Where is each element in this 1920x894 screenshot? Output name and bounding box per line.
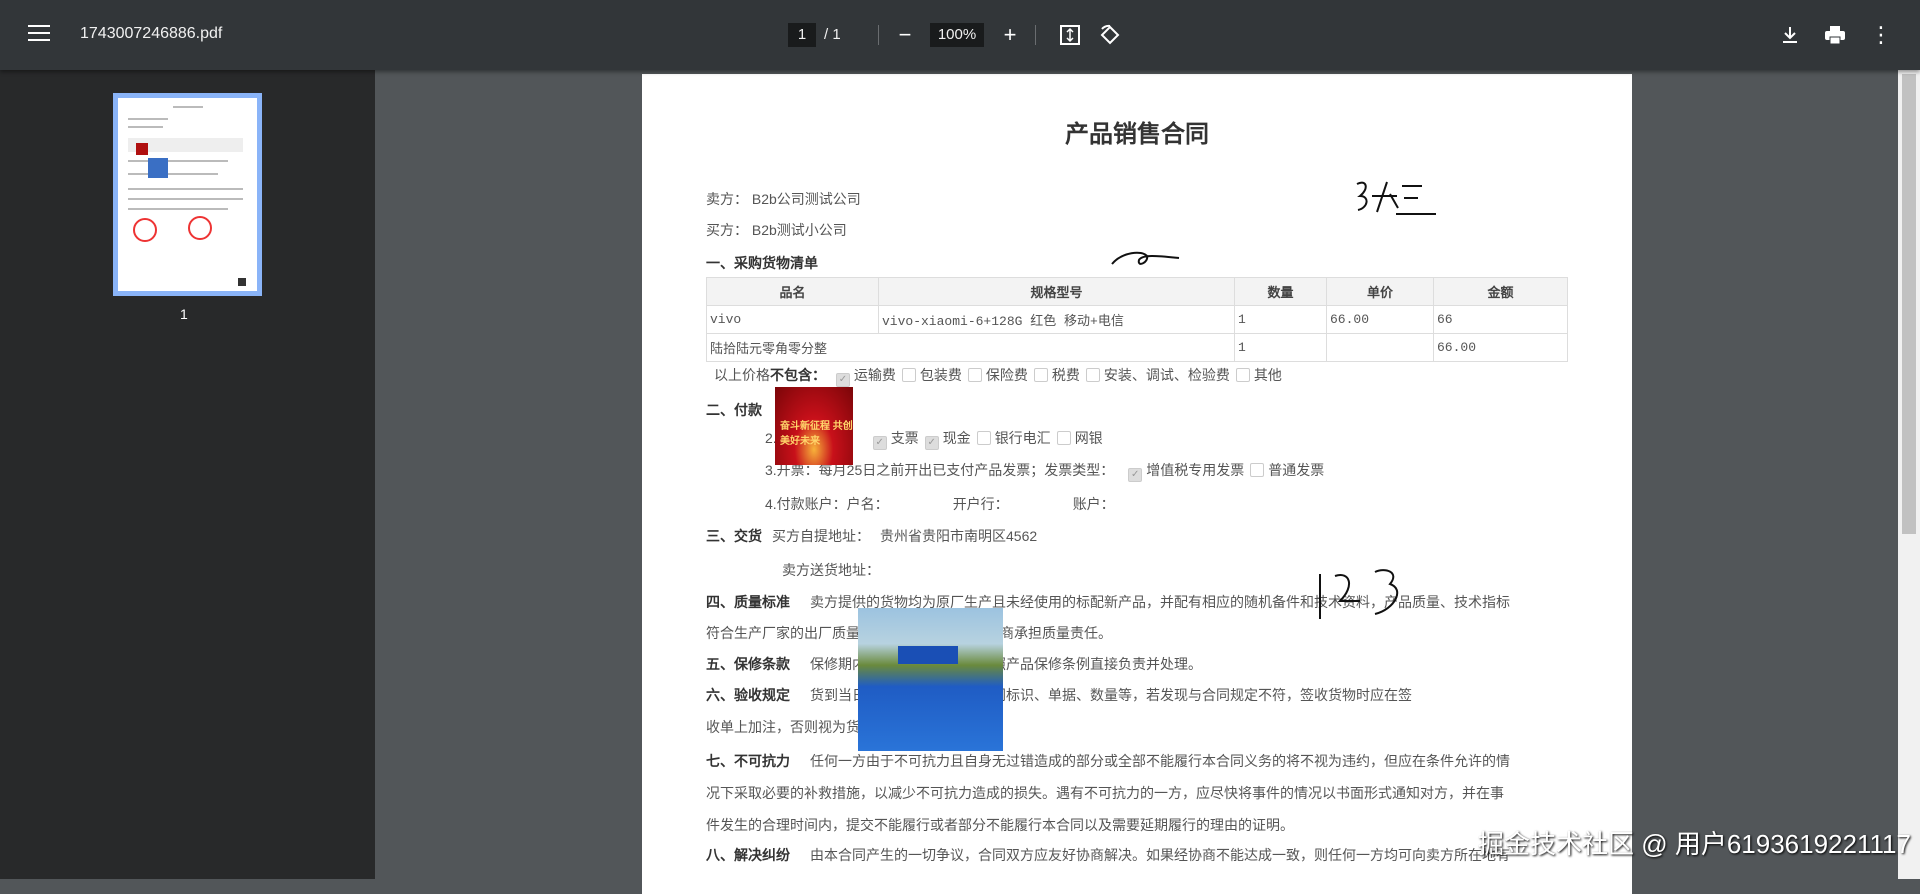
col-header: 单价: [1326, 277, 1434, 306]
section-3-heading: 三、交货: [706, 528, 762, 544]
file-name: 1743007246886.pdf: [80, 25, 223, 42]
exclusion-label: 以上价格: [714, 367, 770, 383]
checkbox[interactable]: [1056, 431, 1071, 445]
exclusion-label-bold: 不包含：: [770, 367, 826, 383]
page-thumbnail[interactable]: [113, 93, 262, 296]
cell: 1: [1234, 305, 1327, 334]
checkbox[interactable]: ✓: [835, 373, 850, 387]
cell: 66: [1433, 305, 1568, 334]
vertical-scrollbar[interactable]: [1898, 70, 1920, 879]
handwritten-numbers: [1319, 569, 1399, 619]
checkbox-label: 增值税专用发票: [1146, 462, 1245, 478]
buyer-label: 买方：: [706, 222, 748, 238]
divider: [1035, 25, 1036, 45]
thumbnail-page-number: 1: [180, 306, 188, 322]
delivery-label: 卖方送货地址：: [782, 562, 880, 578]
zoom-input[interactable]: 100%: [930, 23, 984, 47]
seller-label: 卖方：: [706, 191, 748, 207]
pdf-page: 产品销售合同 卖方： B2b公司测试公司 买方： B2b测试小公司 一、采购货物…: [642, 74, 1632, 894]
scrollbar-thumb[interactable]: [1902, 74, 1916, 534]
page-total: / 1: [824, 26, 841, 43]
checkbox-label: 普通发票: [1268, 462, 1325, 478]
checkbox[interactable]: ✓: [872, 436, 887, 450]
checkbox[interactable]: [1033, 368, 1048, 382]
pickup-address: 贵州省贵阳市南明区4562: [880, 528, 1038, 544]
cell: 陆拾陆元零角零分整: [706, 333, 1235, 362]
bank-label: 开户行：: [952, 496, 1009, 512]
pdf-toolbar: 1743007246886.pdf 1 / 1 − 100% + ⋮: [0, 0, 1920, 70]
checkbox-label: 现金: [942, 430, 971, 446]
download-icon[interactable]: [1775, 20, 1805, 50]
checkbox-label: 税费: [1051, 367, 1080, 383]
cell: vivo-xiaomi-6+128G 红色 移动+电信: [878, 305, 1235, 334]
banner-image-text: 奋斗新征程 共创美好未来: [780, 421, 853, 447]
section-6-heading: 六、验收规定: [706, 687, 790, 703]
menu-icon[interactable]: [28, 25, 50, 43]
clause-text: 任何一方由于不可抗力且自身无过错造成的部分或全部不能履行本合同义务的将不视为违约…: [810, 753, 1510, 769]
checkbox-label: 运输费: [853, 367, 896, 383]
checkbox[interactable]: [1250, 463, 1265, 477]
checkbox[interactable]: [1235, 368, 1250, 382]
buyer-name: B2b测试小公司: [751, 222, 847, 238]
cell: 1: [1234, 333, 1327, 362]
checkbox[interactable]: [976, 431, 991, 445]
checkbox-label: 支票: [890, 430, 919, 446]
section-5-heading: 五、保修条款: [706, 656, 790, 672]
account-name-label: 4.付款账户：户名：: [765, 496, 889, 512]
checkbox-label: 网银: [1074, 430, 1103, 446]
checkbox-label: 银行电汇: [994, 430, 1051, 446]
divider: [878, 25, 879, 45]
checkbox-label: 其他: [1253, 367, 1282, 383]
payment-account: 4.付款账户：户名： 开户行： 账户：: [765, 494, 1115, 514]
banner-image: 奋斗新征程 共创美好未来: [775, 387, 853, 465]
checkbox[interactable]: ✓: [1128, 468, 1143, 482]
cell: vivo: [706, 305, 879, 334]
page-number-input[interactable]: 1: [788, 23, 816, 47]
section-7-heading: 七、不可抗力: [706, 753, 790, 769]
col-header: 金额: [1433, 277, 1568, 306]
rotate-icon[interactable]: [1095, 20, 1125, 50]
checkbox[interactable]: ✓: [924, 436, 939, 450]
price-exclusions: 以上价格不包含： ✓ 运输费 包装费 保险费 税费 安装、调试、检验费 其他: [714, 365, 1282, 387]
checkbox-label: 保险费: [985, 367, 1028, 383]
checkbox[interactable]: [1085, 368, 1100, 382]
handwritten-signature: [1356, 181, 1436, 215]
cell: [1326, 333, 1434, 362]
checkbox[interactable]: [967, 368, 982, 382]
handwritten-scribble: [1111, 251, 1180, 265]
cell: 66.00: [1433, 333, 1568, 362]
print-icon[interactable]: [1820, 20, 1850, 50]
cell: 66.00: [1326, 305, 1434, 334]
section-8-heading: 八、解决纠纷: [706, 847, 790, 863]
seller-name: B2b公司测试公司: [751, 191, 861, 207]
pickup-label: 买方自提地址：: [772, 528, 870, 544]
goods-table: 品名 规格型号 数量 单价 金额 vivo vivo-xiaomi-6+128G…: [706, 277, 1568, 362]
more-options-icon[interactable]: ⋮: [1866, 20, 1896, 50]
contract-title: 产品销售合同: [1065, 121, 1209, 148]
checkbox-label: 包装费: [919, 367, 962, 383]
section-2-heading: 二、付款: [706, 402, 762, 418]
table-header-row: 品名 规格型号 数量 单价 金额: [706, 277, 1568, 306]
clause-text: 由本合同产生的一切争议，合同双方应友好协商解决。如果经协商不能达成一致，则任何一…: [810, 847, 1510, 863]
clause-text: 况下采取必要的补救措施，以减少不可抗力造成的损失。遇有不可抗力的一方，应尽快将事…: [706, 785, 1504, 801]
fit-page-icon[interactable]: [1055, 20, 1085, 50]
table-row-total: 陆拾陆元零角零分整 1 66.00: [706, 333, 1568, 362]
checkbox-label: 安装、调试、检验费: [1103, 367, 1230, 383]
table-row: vivo vivo-xiaomi-6+128G 红色 移动+电信 1 66.00…: [706, 305, 1568, 334]
zoom-out-icon[interactable]: −: [890, 20, 920, 50]
clause-text: 件发生的合理时间内，提交不能履行或者部分不能履行本合同以及需要延期履行的理由的证…: [706, 817, 1294, 833]
watermark: 掘金技术社区 @ 用户6193619221117: [1478, 829, 1911, 859]
col-header: 规格型号: [878, 277, 1235, 306]
section-4-heading: 四、质量标准: [706, 594, 790, 610]
col-header: 数量: [1234, 277, 1327, 306]
account-label: 账户：: [1072, 496, 1115, 512]
col-header: 品名: [706, 277, 879, 306]
section-1-heading: 一、采购货物清单: [706, 255, 818, 271]
zoom-in-icon[interactable]: +: [995, 20, 1025, 50]
event-photo: [858, 608, 1003, 751]
checkbox[interactable]: [901, 368, 916, 382]
